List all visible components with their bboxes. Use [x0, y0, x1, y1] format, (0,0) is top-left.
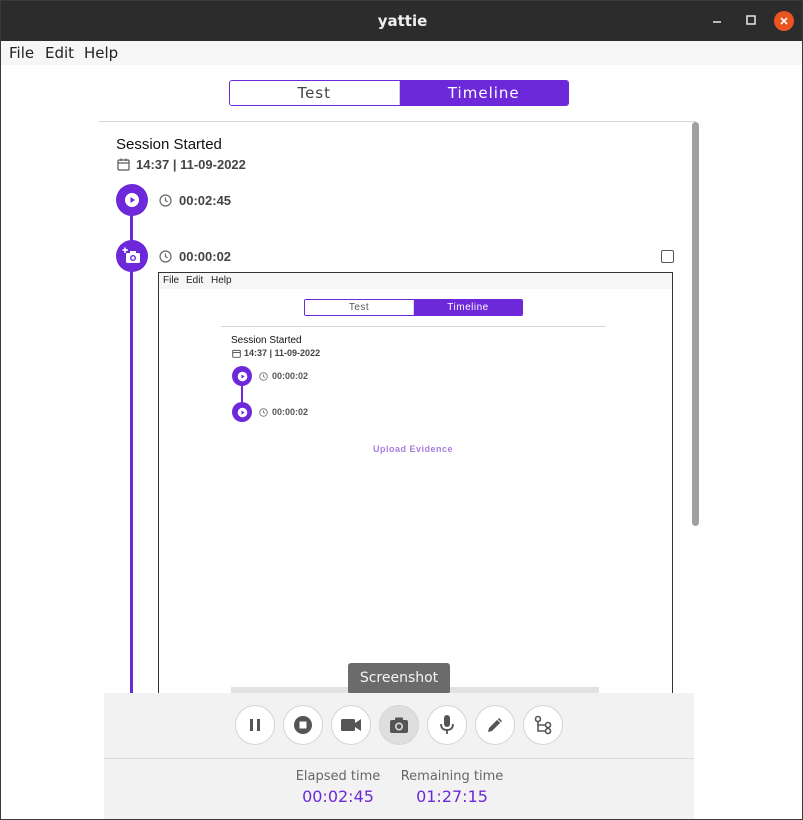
preview-menu-edit: Edit — [186, 275, 204, 286]
stop-button[interactable] — [283, 705, 323, 745]
timeline-entry-time-text: 00:00:02 — [179, 249, 232, 264]
session-title: Session Started — [116, 136, 222, 153]
title-bar: yattie — [1, 1, 802, 41]
preview-menu-bar: File Edit Help — [159, 273, 672, 289]
timeline-node-video[interactable] — [116, 184, 148, 216]
scrollbar[interactable] — [692, 122, 699, 526]
preview-tab-timeline: Timeline — [414, 300, 522, 315]
mindmap-icon — [534, 715, 552, 735]
timeline-entry-time-text: 00:02:45 — [179, 193, 232, 208]
remaining-time: Remaining time 01:27:15 — [397, 769, 507, 806]
minimize-icon — [713, 21, 721, 23]
mindmap-button[interactable] — [523, 705, 563, 745]
calendar-icon — [232, 349, 241, 358]
preview-upload-evidence: Upload Evidence — [372, 444, 454, 454]
remaining-time-label: Remaining time — [400, 769, 504, 784]
preview-divider — [221, 326, 606, 327]
view-tabs: Test Timeline — [229, 80, 569, 106]
preview-tabs: Test Timeline — [304, 299, 523, 316]
add-photo-icon — [122, 247, 140, 263]
elapsed-time-value: 00:02:45 — [302, 787, 374, 806]
preview-session-title: Session Started — [231, 335, 302, 346]
preview-timeline-node — [232, 366, 252, 386]
preview-menu-file: File — [163, 275, 180, 286]
menu-bar: File Edit Help — [1, 41, 802, 65]
audio-button[interactable] — [427, 705, 467, 745]
menu-file[interactable]: File — [9, 44, 34, 62]
stop-icon — [294, 716, 312, 734]
divider — [99, 121, 696, 122]
elapsed-time-label: Elapsed time — [295, 769, 381, 784]
screenshot-button[interactable] — [379, 705, 419, 745]
preview-menu-help: Help — [211, 275, 232, 286]
tab-timeline[interactable]: Timeline — [399, 81, 568, 105]
close-button[interactable] — [774, 11, 794, 31]
menu-help[interactable]: Help — [84, 44, 118, 62]
pencil-icon — [488, 718, 502, 732]
maximize-icon — [746, 15, 756, 25]
play-circle-icon — [237, 407, 247, 417]
session-datetime-text: 14:37 | 11-09-2022 — [136, 157, 246, 172]
select-checkbox[interactable] — [661, 250, 674, 263]
preview-entry-time: 00:00:02 — [259, 371, 308, 381]
preview-entry-time-text: 00:00:02 — [272, 371, 309, 381]
toolbar-divider — [104, 758, 694, 759]
timeline-entry-time: 00:00:02 — [159, 249, 231, 264]
clock-icon — [159, 250, 172, 263]
pause-icon — [250, 719, 260, 731]
preview-entry-time: 00:00:02 — [259, 407, 308, 417]
elapsed-time: Elapsed time 00:02:45 — [288, 769, 388, 806]
note-button[interactable] — [475, 705, 515, 745]
preview-entry-time-text: 00:00:02 — [272, 407, 309, 417]
preview-session-datetime-text: 14:37 | 11-09-2022 — [244, 348, 321, 358]
maximize-button[interactable] — [741, 11, 761, 31]
clock-icon — [259, 371, 268, 381]
recording-toolbar: Elapsed time 00:02:45 Remaining time 01:… — [104, 693, 694, 819]
session-datetime: 14:37 | 11-09-2022 — [117, 157, 246, 172]
camera-icon — [390, 717, 408, 733]
timeline-line — [130, 211, 133, 693]
app-window: yattie File Edit Help Test Timeline Sess… — [0, 0, 803, 820]
tab-test[interactable]: Test — [230, 81, 400, 105]
play-circle-icon — [125, 193, 139, 207]
minimize-button[interactable] — [707, 11, 727, 31]
pause-button[interactable] — [235, 705, 275, 745]
timeline-entry-time: 00:02:45 — [159, 193, 231, 208]
clock-icon — [159, 194, 172, 207]
microphone-icon — [440, 715, 454, 734]
preview-timeline-node — [232, 402, 252, 422]
preview-session-datetime: 14:37 | 11-09-2022 — [232, 348, 320, 358]
video-camera-icon — [341, 719, 361, 731]
screenshot-tooltip: Screenshot — [348, 663, 450, 694]
preview-tab-test: Test — [305, 300, 414, 315]
play-circle-icon — [237, 371, 247, 381]
clock-icon — [259, 407, 268, 417]
calendar-icon — [117, 158, 130, 171]
window-title: yattie — [377, 12, 428, 30]
close-icon — [780, 17, 788, 25]
video-button[interactable] — [331, 705, 371, 745]
timeline-node-screenshot[interactable] — [116, 240, 148, 272]
menu-edit[interactable]: Edit — [45, 44, 74, 62]
remaining-time-value: 01:27:15 — [416, 787, 488, 806]
screenshot-preview[interactable]: File Edit Help Test Timeline Session Sta… — [158, 272, 673, 693]
